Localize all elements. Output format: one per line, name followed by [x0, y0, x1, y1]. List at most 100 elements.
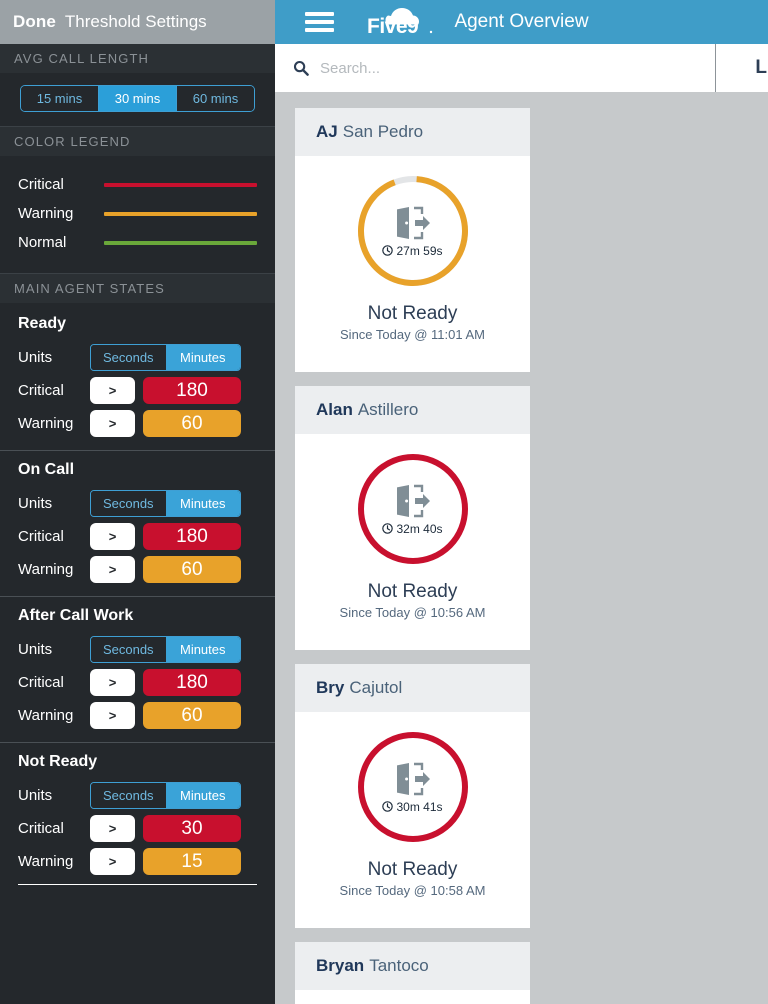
clock-icon	[382, 245, 394, 256]
agent-card[interactable]: AJ San Pedro 27m 59s Not Ready Since Tod…	[295, 108, 530, 372]
state-on-call-critical-value[interactable]: 180	[143, 523, 241, 550]
avg-call-length-option-30[interactable]: 30 mins	[99, 86, 177, 111]
legend-bar-normal	[104, 240, 257, 245]
state-not-ready-warning-value[interactable]: 15	[143, 848, 241, 875]
agent-since: Since Today @ 10:58 AM	[339, 883, 486, 898]
state-not-ready-critical-value[interactable]: 30	[143, 815, 241, 842]
warning-label: Warning	[18, 853, 74, 870]
state-not-ready-units-row: Units Seconds Minutes	[18, 779, 257, 812]
agent-grid-scroll[interactable]: AJ San Pedro 27m 59s Not Ready Since Tod…	[275, 93, 768, 1004]
state-block-on-call: On Call Units Seconds Minutes Critical >…	[0, 450, 275, 596]
state-acw-critical-value[interactable]: 180	[143, 669, 241, 696]
agent-state: Not Ready	[367, 859, 458, 880]
state-title-ready: Ready	[18, 315, 67, 332]
settings-title: Threshold Settings	[64, 12, 207, 31]
avg-call-length-option-15[interactable]: 15 mins	[21, 86, 99, 111]
agent-first-name: AJ	[316, 122, 338, 141]
avg-call-length-option-60[interactable]: 60 mins	[177, 86, 254, 111]
legend-label-warning: Warning	[18, 205, 74, 222]
units-label: Units	[18, 495, 53, 512]
agent-last-name: San Pedro	[342, 122, 424, 141]
state-ready-critical-operator[interactable]: >	[90, 377, 135, 404]
agent-card-body: 27m 59s Not Ready Since Today @ 11:01 AM	[295, 156, 530, 372]
state-acw-units-minutes[interactable]: Minutes	[165, 637, 240, 662]
done-button[interactable]: Done	[13, 12, 56, 32]
door-exit-icon	[396, 206, 430, 239]
page-title: Agent Overview	[454, 11, 589, 32]
state-ready-critical-value[interactable]: 180	[143, 377, 241, 404]
agent-state: Not Ready	[367, 581, 458, 602]
agent-duration-wrap: 30m 41s	[382, 799, 443, 814]
state-not-ready-warning-row: Warning > 15	[18, 845, 257, 878]
state-acw-warning-operator[interactable]: >	[90, 702, 135, 729]
state-on-call-warning-row: Warning > 60	[18, 553, 257, 586]
section-header-main-agent-states: MAIN AGENT STATES	[0, 273, 275, 303]
state-acw-units-seconds[interactable]: Seconds	[91, 637, 166, 662]
state-on-call-units-minutes[interactable]: Minutes	[165, 491, 240, 516]
door-exit-icon	[396, 762, 430, 795]
agent-card-header: Bry Cajutol	[295, 664, 530, 712]
search-right-partial-label[interactable]: L	[716, 44, 768, 92]
agent-status-dial: 30m 41s	[354, 728, 472, 846]
state-not-ready-warning-operator[interactable]: >	[90, 848, 135, 875]
warning-label: Warning	[18, 415, 74, 432]
agent-duration: 32m 40s	[396, 521, 443, 536]
state-ready-units-seconds[interactable]: Seconds	[91, 345, 166, 370]
svg-text:Five9: Five9	[367, 15, 418, 38]
section-header-avg-call-length: AVG CALL LENGTH	[0, 44, 275, 73]
state-not-ready-units-segmented[interactable]: Seconds Minutes	[90, 782, 241, 809]
state-not-ready-critical-row: Critical > 30	[18, 812, 257, 845]
agent-card-header: Bryan Tantoco	[295, 942, 530, 990]
agent-since: Since Today @ 11:01 AM	[340, 327, 485, 342]
agent-card[interactable]: Alan Astillero 32m 40s Not Ready Since T…	[295, 386, 530, 650]
search-input-placeholder[interactable]: Search...	[320, 60, 380, 77]
search-bar: Search... L	[275, 44, 768, 93]
state-acw-warning-value[interactable]: 60	[143, 702, 241, 729]
state-acw-critical-operator[interactable]: >	[90, 669, 135, 696]
state-not-ready-units-seconds[interactable]: Seconds	[91, 783, 166, 808]
agent-status-dial: 27m 59s	[354, 172, 472, 290]
agent-card[interactable]: Bry Cajutol 30m 41s Not Ready Since Toda…	[295, 664, 530, 928]
state-ready-warning-row: Warning > 60	[18, 407, 257, 440]
state-not-ready-critical-operator[interactable]: >	[90, 815, 135, 842]
agent-state: Not Ready	[367, 303, 458, 324]
state-ready-units-segmented[interactable]: Seconds Minutes	[90, 344, 241, 371]
threshold-settings-sidebar: Done Threshold Settings AVG CALL LENGTH …	[0, 0, 275, 1004]
state-ready-warning-operator[interactable]: >	[90, 410, 135, 437]
legend-row-critical: Critical	[18, 170, 257, 199]
state-on-call-warning-operator[interactable]: >	[90, 556, 135, 583]
state-on-call-warning-value[interactable]: 60	[143, 556, 241, 583]
state-ready-critical-row: Critical > 180	[18, 374, 257, 407]
five9-logo: Five9	[365, 6, 437, 38]
clock-icon	[382, 523, 394, 534]
agent-status-dial: 32m 40s	[354, 450, 472, 568]
agent-first-name: Alan	[316, 400, 353, 419]
agent-last-name: Cajutol	[349, 678, 403, 697]
agent-duration: 30m 41s	[396, 799, 443, 814]
search-field[interactable]: Search...	[275, 44, 716, 92]
avg-call-length-segmented[interactable]: 15 mins 30 mins 60 mins	[20, 85, 255, 112]
color-legend: Critical Warning Normal	[0, 156, 275, 273]
agent-card[interactable]: Bryan Tantoco	[295, 942, 530, 1004]
clock-icon	[382, 801, 394, 812]
agent-first-name: Bry	[316, 678, 345, 697]
state-not-ready-units-minutes[interactable]: Minutes	[165, 783, 240, 808]
state-acw-units-segmented[interactable]: Seconds Minutes	[90, 636, 241, 663]
state-acw-critical-row: Critical > 180	[18, 666, 257, 699]
agent-duration-wrap: 27m 59s	[382, 243, 443, 258]
state-on-call-units-segmented[interactable]: Seconds Minutes	[90, 490, 241, 517]
state-block-not-ready: Not Ready Units Seconds Minutes Critical…	[0, 742, 275, 895]
state-on-call-critical-operator[interactable]: >	[90, 523, 135, 550]
state-on-call-units-seconds[interactable]: Seconds	[91, 491, 166, 516]
agent-duration: 27m 59s	[396, 243, 443, 258]
state-ready-units-minutes[interactable]: Minutes	[165, 345, 240, 370]
sidebar-bottom-divider	[18, 884, 257, 885]
hamburger-icon[interactable]	[305, 8, 334, 36]
agent-duration-wrap: 32m 40s	[382, 521, 443, 536]
main-panel: Five9 Agent Overview Search... L AJ San …	[275, 0, 768, 1004]
state-ready-warning-value[interactable]: 60	[143, 410, 241, 437]
warning-label: Warning	[18, 707, 74, 724]
settings-topbar: Done Threshold Settings	[0, 0, 275, 44]
state-title-after-call-work: After Call Work	[18, 607, 134, 624]
state-block-after-call-work: After Call Work Units Seconds Minutes Cr…	[0, 596, 275, 742]
